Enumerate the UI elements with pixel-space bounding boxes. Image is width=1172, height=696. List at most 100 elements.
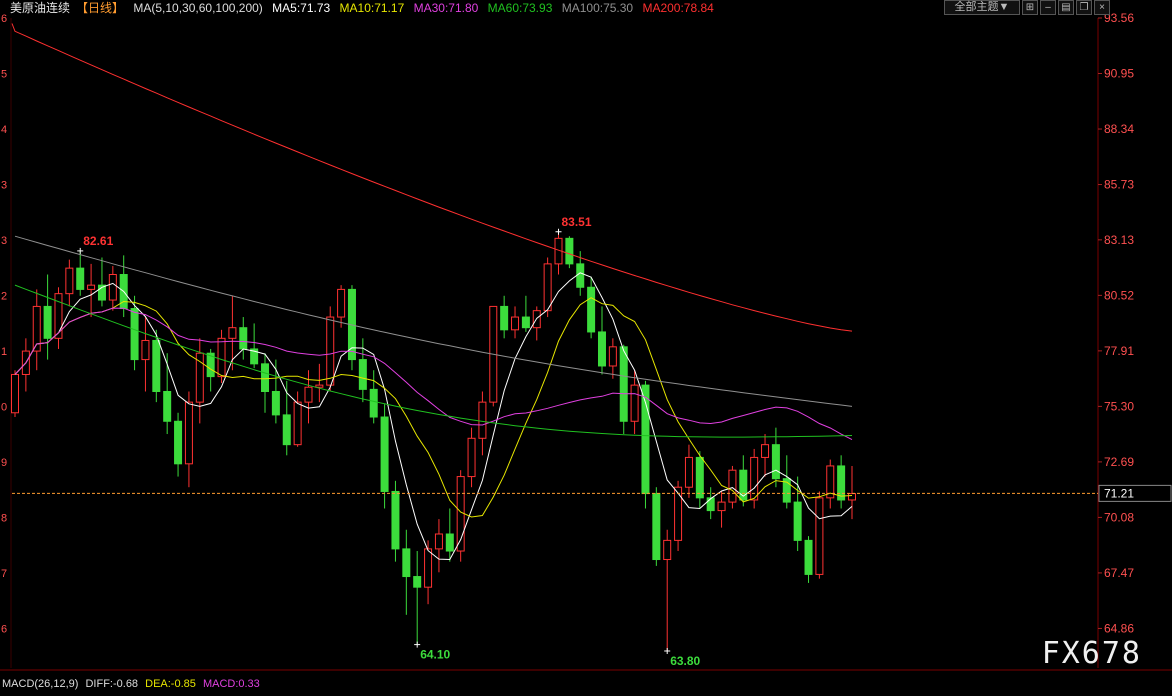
candle-body [402,548,411,578]
candle-body [130,308,139,361]
candle-body [141,339,150,361]
left-axis-label: 3 [1,180,7,192]
macd-label: MACD(26,12,9) [2,678,79,690]
candle-body [837,465,846,501]
price-axis-label: 83.13 [1104,233,1134,247]
price-axis-label: 72.69 [1104,455,1134,469]
left-axis-label: 5 [1,69,7,81]
price-axis-label: 90.95 [1104,67,1134,81]
macd-value: MACD:0.33 [202,678,260,690]
current-price-label: 71.21 [1104,486,1134,500]
close-icon[interactable]: × [1094,0,1110,15]
candle-body [815,497,824,575]
price-annotation: 82.61 [83,234,113,248]
candle-body [478,401,487,439]
candle-body [608,346,617,367]
candle-body [152,339,161,392]
left-axis-label: 8 [1,512,7,524]
chart-area[interactable]: 93.56 6 90.95 5 88.34 4 85.73 3 83.13 3 80.52 2 77.9… [0,0,1172,691]
candle-body [261,363,270,392]
candle-body [391,490,400,550]
left-axis-label: 6 [1,623,7,635]
ma30-line [14,307,853,441]
candle-body [587,286,596,333]
candle-body [76,267,85,290]
candle-body [793,501,802,541]
candle-body [337,288,346,318]
macd-diff: DIFF:-0.68 [85,678,139,690]
ma10-value: MA10:71.17 [339,1,405,15]
candle-body [380,416,389,492]
ma-params: MA(5,10,30,60,100,200) [133,1,263,15]
candle-body [108,274,117,301]
candle-body [413,576,422,588]
ma10-line [14,297,853,518]
ma30-value: MA30:71.80 [413,1,479,15]
candle-body [271,390,280,416]
candle-body [674,486,683,541]
price-axis-label: 70.08 [1104,510,1134,524]
price-annotation: 63.80 [670,654,700,668]
ma5-value: MA5:71.73 [272,1,331,15]
price-axis-label: 88.34 [1104,122,1134,136]
candle-body [848,493,856,501]
candle-body [706,497,715,512]
restore-icon[interactable]: ❐ [1076,0,1092,15]
grid-icon[interactable]: ⊞ [1022,0,1038,15]
candle-body [728,469,737,503]
candle-body [565,237,574,265]
candle-body [804,539,813,575]
theme-label: 全部主题 [954,1,999,13]
ma100-line [14,235,853,407]
price-axis-label: 80.52 [1104,288,1134,302]
candlestick-chart[interactable]: 93.56690.95588.34485.73383.13380.52277.9… [0,0,1172,691]
layout-icon[interactable]: ▤ [1058,0,1074,15]
price-annotation: 83.51 [562,215,592,229]
theme-dropdown[interactable]: 全部主题▼ [944,0,1020,15]
candle-body [217,337,226,378]
candle-body [576,263,585,288]
macd-panel-header: MACD(26,12,9) DIFF:-0.68 DEA:-0.85 MACD:… [2,677,264,691]
candle-body [239,327,248,350]
price-axis-label: 64.86 [1104,621,1134,635]
candle-body [445,533,454,552]
candle-body [43,305,52,339]
candle-body [434,533,443,550]
candle-body [424,548,433,588]
candle-body [87,284,96,290]
ma60-line [14,284,853,438]
candle-body [11,373,19,414]
candle-body [771,444,780,480]
candle-body [652,493,661,561]
candle-body [619,346,628,422]
candle-body [543,263,552,312]
left-axis-label: 0 [1,401,7,413]
ma200-line [11,23,853,332]
candle-body [717,501,726,512]
candle-body [695,456,704,499]
candle-body [293,401,302,446]
candle-body [65,267,74,295]
minimize-icon[interactable]: – [1040,0,1056,15]
candle-body [304,386,313,403]
price-axis-label: 75.30 [1104,399,1134,413]
candle-body [369,388,378,418]
candle-body [326,316,335,386]
price-annotation: 64.10 [420,648,450,662]
period-label[interactable]: 【日线】 [76,1,124,15]
candle-body [521,316,530,329]
candle-body [663,539,672,561]
ma5-line [14,272,853,561]
left-axis-label: 9 [1,457,7,469]
candle-body [630,384,639,422]
candle-body [174,420,183,465]
candle-body [184,401,193,465]
ma100-value: MA100:75.30 [561,1,634,15]
chevron-down-icon: ▼ [998,1,1010,13]
fx678-watermark: FX678 [1041,636,1142,671]
candle-body [511,316,520,331]
left-axis-label: 4 [1,124,7,136]
ma200-value: MA200:78.84 [642,1,714,15]
candle-body [315,384,324,388]
ma60-value: MA60:73.93 [487,1,553,15]
